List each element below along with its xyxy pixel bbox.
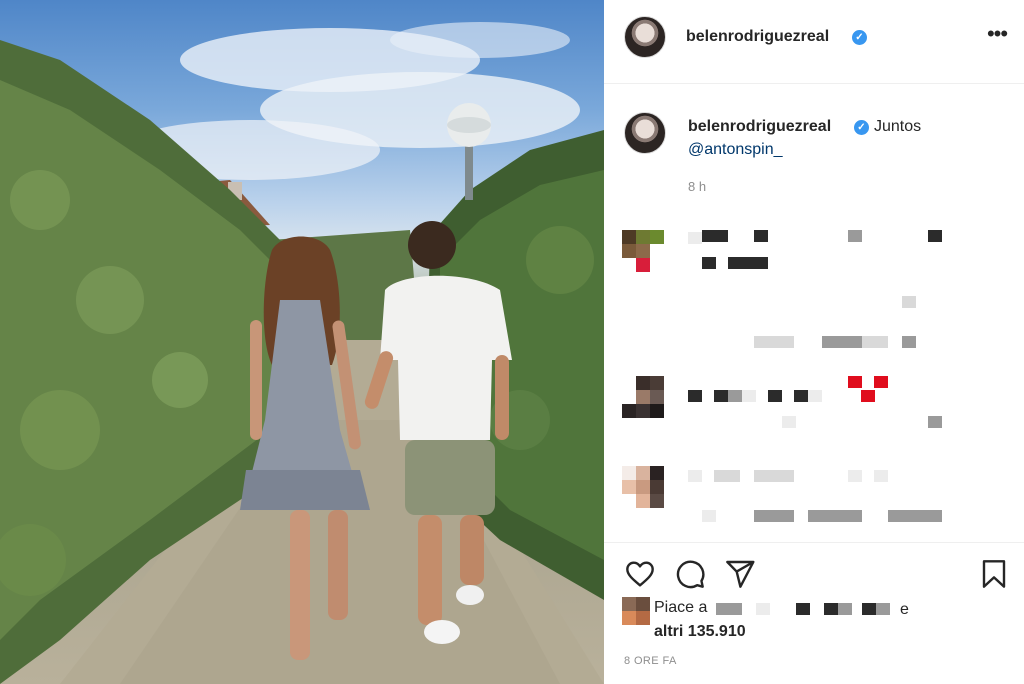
caption-text: Juntos	[874, 118, 922, 135]
pixelated-liker-name	[796, 603, 810, 615]
author-avatar[interactable]	[624, 16, 666, 58]
pixelated-comment-text	[848, 470, 862, 482]
pixelated-comment-text	[928, 416, 942, 428]
pixelated-liker-name	[876, 603, 890, 615]
likes-prefix: Piace a	[654, 599, 708, 616]
post-photo[interactable]	[0, 0, 604, 684]
pixelated-liker-name	[716, 603, 742, 615]
author-username[interactable]: belenrodriguezreal	[686, 28, 829, 46]
pixelated-comment-text	[848, 230, 862, 242]
pixelated-comment-text	[754, 510, 794, 522]
pixelated-comment-text	[714, 390, 728, 402]
pixelated-comment-text	[688, 232, 702, 244]
pixelated-liker-name	[756, 603, 770, 615]
comment-bubble-icon[interactable]	[674, 558, 706, 590]
pixelated-comment-text	[754, 336, 794, 348]
pixelated-comment-text	[714, 470, 740, 482]
pixelated-comment-text	[888, 510, 942, 522]
pixelated-comment-text	[874, 470, 888, 482]
pixelated-comment-text	[822, 336, 862, 348]
pixelated-comment-text	[702, 510, 716, 522]
comment-avatar[interactable]	[622, 466, 664, 508]
pixelated-comment-text	[902, 336, 916, 348]
pixelated-comment-text	[702, 257, 716, 269]
post-timestamp[interactable]: 8 ORE FA	[624, 655, 677, 667]
pixelated-comment-text	[782, 416, 796, 428]
caption-username[interactable]: belenrodriguezreal	[688, 118, 831, 136]
pixelated-comment-text	[808, 510, 862, 522]
pixelated-emoji	[861, 390, 875, 402]
pixelated-emoji	[874, 376, 888, 388]
caption-timestamp: 8 h	[688, 179, 707, 194]
pixelated-comment-text	[702, 230, 728, 242]
more-horizontal-icon[interactable]: •••	[986, 23, 1008, 48]
post-header: belenrodriguezreal ✓ •••	[604, 0, 1024, 84]
pixelated-liker-name	[824, 603, 838, 615]
pixelated-comment-text	[794, 390, 808, 402]
liker-avatar[interactable]	[622, 597, 650, 625]
caption-mention-link[interactable]: @antonspin_	[688, 141, 783, 159]
pixelated-liker-name	[862, 603, 876, 615]
post-photo-scene	[0, 22, 604, 684]
pixelated-comment-text	[728, 390, 742, 402]
caption-verified-badge-icon: ✓	[854, 120, 869, 135]
pixelated-liker-name	[838, 603, 852, 615]
pixelated-comment-text	[768, 390, 782, 402]
pixelated-comment-text	[902, 296, 916, 308]
comment-avatar[interactable]	[622, 376, 664, 418]
pixelated-comment-text	[728, 257, 768, 269]
pixelated-comment-text	[688, 470, 702, 482]
pixelated-comment-text	[808, 390, 822, 402]
pixelated-comment-text	[754, 230, 768, 242]
bookmark-icon[interactable]	[978, 558, 1010, 590]
likes-joiner: e	[900, 601, 909, 618]
post-side-panel: belenrodriguezreal ✓ ••• belenrodriguezr…	[604, 0, 1024, 684]
caption-avatar[interactable]	[624, 112, 666, 154]
verified-badge-icon: ✓	[852, 30, 867, 45]
pixelated-comment-text	[688, 390, 702, 402]
pixelated-emoji	[848, 376, 862, 388]
pixelated-comment-text	[928, 230, 942, 242]
pixelated-comment-text	[754, 470, 794, 482]
pixelated-comment-text	[742, 390, 756, 402]
pixelated-comment-text	[862, 336, 888, 348]
paper-plane-icon[interactable]	[724, 558, 756, 590]
post-actions: Piace a e altri 135.910 8 ORE FA	[604, 542, 1024, 684]
likes-count[interactable]: altri 135.910	[654, 623, 746, 641]
heart-icon[interactable]	[624, 558, 656, 590]
comment-avatar[interactable]	[622, 230, 664, 272]
